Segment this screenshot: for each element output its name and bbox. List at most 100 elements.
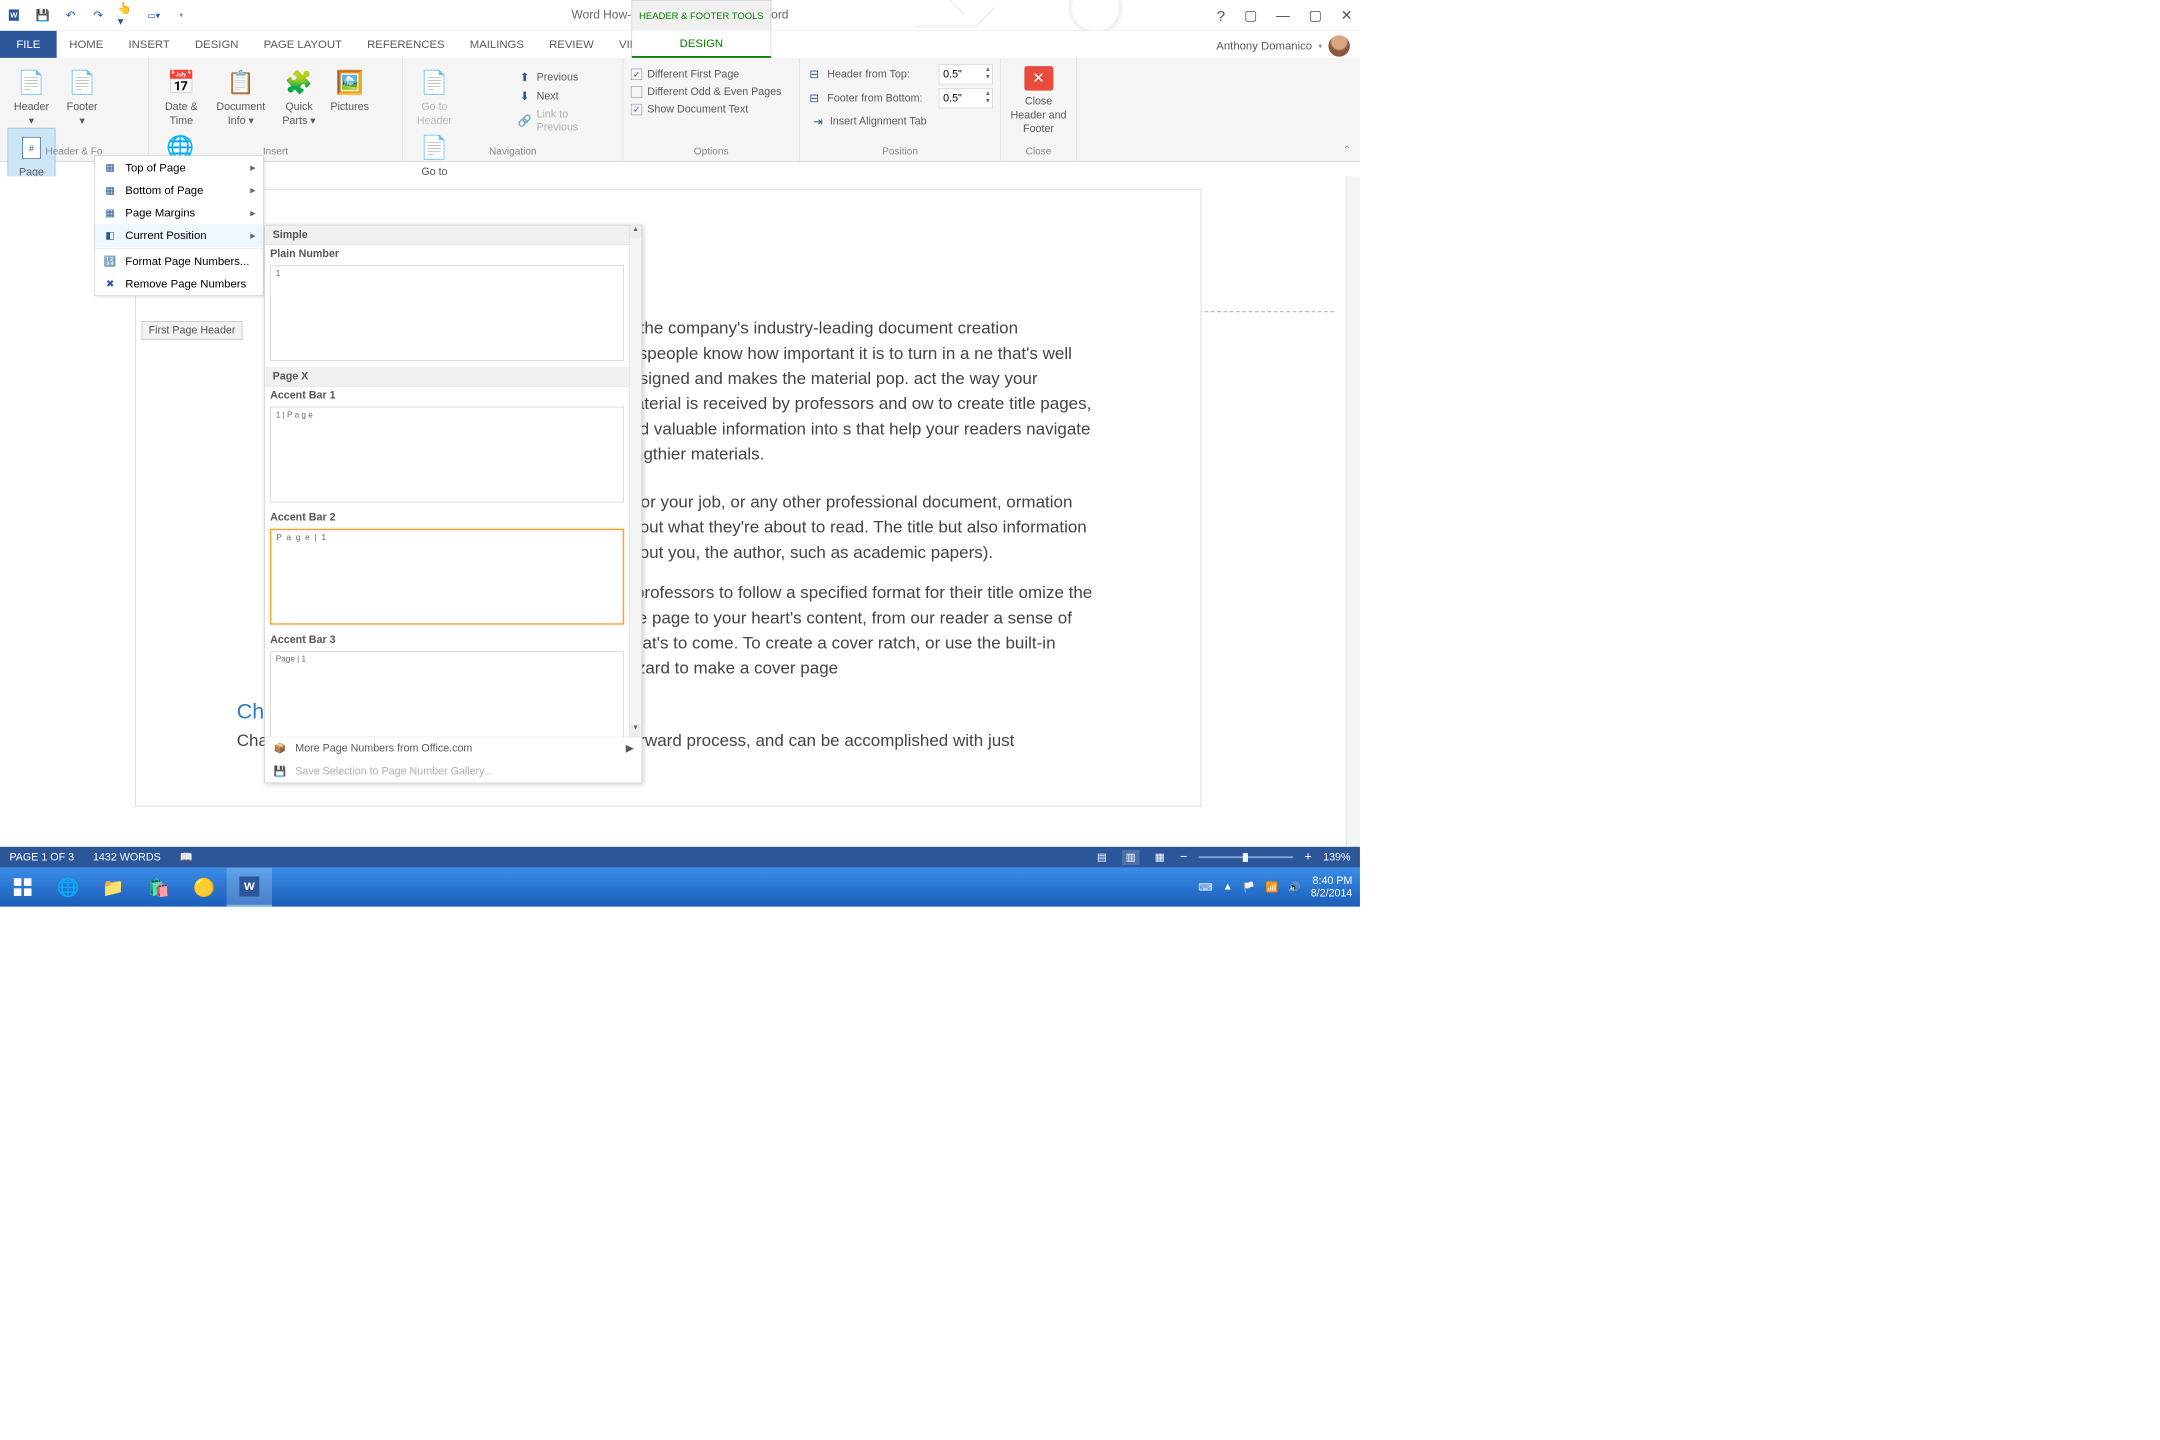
show-document-text-checkbox[interactable]: ✓Show Document Text — [631, 101, 792, 119]
header-top-icon: ⊟ — [807, 67, 821, 81]
collapse-ribbon-icon[interactable]: ⌃ — [1343, 144, 1351, 157]
help-icon[interactable]: ? — [1217, 8, 1225, 26]
tray-up-icon[interactable]: ▲ — [1223, 881, 1233, 892]
goto-header-button[interactable]: 📄Go to Header — [410, 63, 458, 128]
tab-file[interactable]: FILE — [0, 31, 57, 58]
next-button[interactable]: ⬇Next — [514, 87, 615, 106]
header-button[interactable]: 📄Header▾ — [8, 63, 56, 128]
svg-text:W: W — [244, 881, 255, 893]
quick-parts-button[interactable]: 🧩Quick Parts ▾ — [275, 63, 323, 128]
header-top-label: Header from Top: — [827, 68, 932, 81]
group-options: Options — [623, 146, 799, 157]
read-mode-icon[interactable]: ▤ — [1093, 850, 1111, 865]
maximize-icon[interactable]: ▢ — [1309, 8, 1322, 26]
tray-volume-icon[interactable]: 🔊 — [1288, 881, 1301, 894]
customize-qat-icon[interactable]: ▭▾ — [145, 7, 161, 23]
taskbar-chrome-icon[interactable]: 🟡 — [181, 868, 226, 907]
gallery-more-from-office[interactable]: 📦More Page Numbers from Office.com▶ — [265, 737, 642, 760]
first-page-header-tab: First Page Header — [142, 321, 243, 340]
gallery-category-simple: Simple — [265, 225, 629, 245]
account-name[interactable]: Anthony Domanico — [1216, 39, 1312, 52]
gallery-plain-number-label: Plain Number — [265, 245, 629, 263]
tab-design-contextual[interactable]: DESIGN — [631, 31, 771, 58]
tray-clock[interactable]: 8:40 PM8/2/2014 — [1311, 875, 1353, 900]
footer-bottom-label: Footer from Bottom: — [827, 92, 932, 105]
zoom-level[interactable]: 139% — [1323, 851, 1350, 864]
page-number-gallery: Simple Plain Number 1 Page X Accent Bar … — [264, 225, 642, 783]
spell-check-icon[interactable]: 📖 — [180, 851, 193, 864]
tab-page-layout[interactable]: PAGE LAYOUT — [251, 31, 354, 58]
pn-format-icon: 🔢 — [103, 254, 118, 269]
zoom-in-icon[interactable]: + — [1304, 850, 1311, 864]
pn-bottom-of-page[interactable]: ▦Bottom of Page▶ — [95, 179, 263, 202]
pn-top-of-page[interactable]: ▦Top of Page▶ — [95, 156, 263, 179]
tab-references[interactable]: REFERENCES — [355, 31, 458, 58]
tray-network-icon[interactable]: 📶 — [1265, 881, 1278, 894]
different-first-page-checkbox[interactable]: ✓Different First Page — [631, 65, 792, 83]
taskbar-store-icon[interactable]: 🛍️ — [136, 868, 181, 907]
tray-keyboard-icon[interactable]: ⌨ — [1198, 881, 1213, 894]
taskbar: 🌐 📁 🛍️ 🟡 W ⌨ ▲ 🏳️ 📶 🔊 8:40 PM8/2/2014 — [0, 868, 1360, 907]
pn-margins-icon: ▦ — [103, 205, 118, 220]
close-header-footer-button[interactable]: ✕Close Header and Footer — [1009, 66, 1069, 136]
pictures-button[interactable]: 🖼️Pictures — [326, 63, 374, 114]
web-layout-icon[interactable]: ▦ — [1151, 850, 1169, 865]
redo-icon[interactable]: ↷ — [90, 7, 106, 23]
tab-review[interactable]: REVIEW — [537, 31, 607, 58]
zoom-slider[interactable] — [1199, 856, 1293, 858]
previous-button[interactable]: ⬆Previous — [514, 68, 615, 87]
ribbon-display-icon[interactable]: ▢ — [1244, 8, 1257, 26]
gallery-accent3[interactable]: Page | 1 — [270, 651, 624, 737]
office-icon: 📦 — [273, 741, 288, 756]
touch-mode-icon[interactable]: 👆▾ — [118, 7, 134, 23]
tray-flag-icon[interactable]: 🏳️ — [1243, 881, 1256, 894]
minimize-icon[interactable]: — — [1276, 8, 1290, 26]
account-dropdown-icon[interactable]: ▾ — [1318, 42, 1322, 51]
tab-mailings[interactable]: MAILINGS — [457, 31, 536, 58]
header-top-input[interactable]: 0.5"▲▼ — [939, 64, 993, 84]
pn-remove-icon: ✖ — [103, 276, 118, 291]
gallery-scrollbar[interactable]: ▲▼ — [629, 225, 642, 736]
tab-home[interactable]: HOME — [57, 31, 116, 58]
close-window-icon[interactable]: ✕ — [1341, 8, 1353, 26]
footer-bottom-input[interactable]: 0.5"▲▼ — [939, 88, 993, 108]
pn-current-icon: ◧ — [103, 228, 118, 243]
zoom-out-icon[interactable]: − — [1180, 850, 1187, 864]
word-app-icon: W — [7, 7, 23, 23]
pn-bottom-icon: ▦ — [103, 183, 118, 198]
group-close: Close — [1001, 146, 1076, 157]
taskbar-ie-icon[interactable]: 🌐 — [45, 868, 90, 907]
pn-current-position[interactable]: ◧Current Position▶ — [95, 224, 263, 247]
contextual-tab-header-footer: HEADER & FOOTER TOOLS — [631, 0, 771, 31]
gallery-plain-number[interactable]: 1 — [270, 265, 624, 361]
word-count[interactable]: 1432 WORDS — [93, 851, 161, 864]
start-button[interactable] — [0, 868, 45, 907]
pn-remove[interactable]: ✖Remove Page Numbers — [95, 273, 263, 296]
tab-insert[interactable]: INSERT — [116, 31, 183, 58]
different-odd-even-checkbox[interactable]: Different Odd & Even Pages — [631, 83, 792, 101]
pn-top-icon: ▦ — [103, 160, 118, 175]
vertical-scrollbar[interactable] — [1346, 176, 1360, 847]
qat-more-icon[interactable]: ▾ — [173, 7, 189, 23]
tab-design[interactable]: DESIGN — [182, 31, 251, 58]
insert-alignment-tab-button[interactable]: ⇥Insert Alignment Tab — [807, 112, 993, 131]
footer-button[interactable]: 📄Footer▾ — [58, 63, 106, 128]
gallery-accent1[interactable]: 1 | P a g e — [270, 407, 624, 503]
undo-icon[interactable]: ↶ — [62, 7, 78, 23]
taskbar-explorer-icon[interactable]: 📁 — [91, 868, 136, 907]
page-indicator[interactable]: PAGE 1 OF 3 — [9, 851, 74, 864]
gallery-accent1-label: Accent Bar 1 — [265, 387, 629, 405]
document-info-button[interactable]: 📋Document Info ▾ — [209, 63, 272, 128]
save-icon[interactable]: 💾 — [35, 7, 51, 23]
gallery-accent2[interactable]: P a g e | 1 — [270, 529, 624, 625]
print-layout-icon[interactable]: ▥ — [1122, 850, 1140, 865]
pn-page-margins[interactable]: ▦Page Margins▶ — [95, 201, 263, 224]
avatar[interactable] — [1328, 35, 1349, 56]
date-time-button[interactable]: 📅Date & Time — [156, 63, 206, 128]
gallery-category-pagex: Page X — [265, 367, 629, 387]
pn-format[interactable]: 🔢Format Page Numbers... — [95, 250, 263, 273]
gallery-accent3-label: Accent Bar 3 — [265, 631, 629, 649]
gallery-accent2-label: Accent Bar 2 — [265, 509, 629, 527]
taskbar-word-icon[interactable]: W — [227, 868, 272, 907]
footer-bottom-icon: ⊟ — [807, 91, 821, 105]
